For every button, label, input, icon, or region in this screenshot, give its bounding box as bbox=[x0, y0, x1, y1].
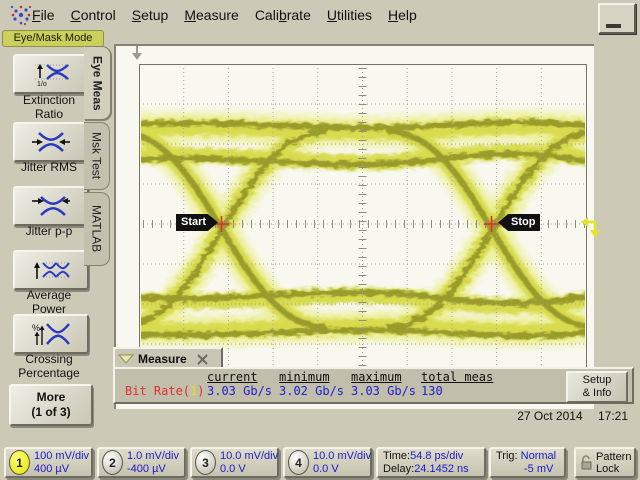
jitter-pp-icon bbox=[31, 194, 71, 218]
menu-bar: File Control Setup Measure Calibrate Uti… bbox=[0, 0, 640, 30]
menu-items: File Control Setup Measure Calibrate Uti… bbox=[32, 0, 417, 30]
channel-2-button[interactable]: 2 1.0 mV/div -400 µV bbox=[97, 447, 186, 478]
channel-1-button[interactable]: 1 100 mV/div 400 µV bbox=[4, 447, 93, 478]
measure-table: current minimum maximum total meas Bit R… bbox=[113, 367, 634, 404]
channel-3-button[interactable]: 3 10.0 mV/div 0.0 V bbox=[190, 447, 279, 478]
pattern-lock-button[interactable]: Pattern Lock bbox=[574, 447, 636, 478]
jitter-pp-button[interactable] bbox=[13, 186, 89, 226]
bit-rate-total: 130 bbox=[421, 384, 443, 398]
bit-rate-label: Bit Rate(1) bbox=[125, 384, 205, 398]
menu-control[interactable]: Control bbox=[71, 7, 116, 23]
extinction-ratio-button[interactable]: 1/o bbox=[13, 54, 89, 94]
menu-setup[interactable]: Setup bbox=[132, 7, 169, 23]
jitter-rms-button[interactable] bbox=[13, 122, 89, 162]
pattern-lock-label: Pattern Lock bbox=[596, 451, 631, 475]
channel-3-settings: 10.0 mV/div 0.0 V bbox=[220, 450, 278, 476]
measure-panel: Measure current minimum maximum total me… bbox=[113, 347, 634, 404]
lock-icon bbox=[580, 455, 593, 470]
more-button[interactable]: More (1 of 3) bbox=[9, 384, 93, 426]
collapse-triangle-icon bbox=[118, 354, 134, 364]
close-icon[interactable] bbox=[197, 354, 208, 365]
average-power-label: Average Power bbox=[0, 288, 98, 316]
crossing-percentage-label: Crossing Percentage bbox=[0, 352, 98, 380]
menu-help[interactable]: Help bbox=[388, 7, 417, 23]
time-label: 17:21 bbox=[598, 409, 628, 423]
measure-tab-label: Measure bbox=[138, 352, 187, 366]
menu-utilities[interactable]: Utilities bbox=[327, 7, 372, 23]
trigger-button[interactable]: Trig: Normal -5 mV bbox=[489, 447, 566, 478]
minimize-icon bbox=[606, 24, 621, 28]
channel-1-badge: 1 bbox=[9, 450, 30, 475]
bit-rate-maximum: 3.03 Gb/s bbox=[351, 384, 416, 398]
channel-2-settings: 1.0 mV/div -400 µV bbox=[127, 450, 179, 476]
extinction-ratio-icon: 1/o bbox=[31, 61, 71, 87]
svg-text:%: % bbox=[32, 323, 40, 333]
header-maximum: maximum bbox=[351, 370, 402, 384]
header-current: current bbox=[207, 370, 258, 384]
tab-eye-meas[interactable]: Eye Meas bbox=[84, 46, 111, 120]
date-label: 27 Oct 2014 bbox=[517, 409, 582, 423]
crossing-percentage-button[interactable]: % bbox=[13, 314, 89, 354]
tab-msk-test[interactable]: Msk Test bbox=[84, 122, 110, 190]
trigger-settings: Trig: Normal -5 mV bbox=[496, 450, 556, 476]
menu-file[interactable]: File bbox=[32, 7, 55, 23]
timebase-reference-arrow-icon bbox=[130, 45, 144, 62]
status-bar: 1 100 mV/div 400 µV 2 1.0 mV/div -400 µV… bbox=[0, 444, 640, 480]
menu-measure[interactable]: Measure bbox=[184, 7, 238, 23]
channel-2-badge: 2 bbox=[102, 450, 123, 475]
timebase-settings: Time:54.8 ps/div Delay:24.1452 ns bbox=[383, 450, 469, 476]
trigger-level-marker-icon[interactable] bbox=[580, 210, 600, 240]
measure-tab[interactable]: Measure bbox=[113, 347, 223, 369]
header-minimum: minimum bbox=[279, 370, 330, 384]
channel-3-badge: 3 bbox=[195, 450, 216, 475]
crossing-percentage-icon: % bbox=[31, 321, 71, 347]
bit-rate-current: 3.03 Gb/s bbox=[207, 384, 272, 398]
channel-1-settings: 100 mV/div 400 µV bbox=[34, 450, 89, 476]
sidebar: 1/o Extinction Ratio Jitter RMS Jitter p… bbox=[0, 46, 112, 444]
channel-4-button[interactable]: 4 10.0 mV/div 0.0 V bbox=[283, 447, 372, 478]
header-total-meas: total meas bbox=[421, 370, 493, 384]
minimize-button[interactable] bbox=[598, 3, 636, 34]
bit-rate-minimum: 3.02 Gb/s bbox=[279, 384, 344, 398]
mode-indicator: Eye/Mask Mode bbox=[2, 30, 104, 47]
jitter-rms-icon bbox=[31, 130, 71, 154]
tab-matlab[interactable]: MATLAB bbox=[84, 192, 110, 266]
average-power-button[interactable] bbox=[13, 250, 89, 290]
datetime: 27 Oct 2014 17:21 bbox=[505, 409, 628, 423]
channel-4-settings: 10.0 mV/div 0.0 V bbox=[313, 450, 371, 476]
svg-text:1/o: 1/o bbox=[37, 81, 47, 87]
channel-4-badge: 4 bbox=[288, 450, 309, 475]
setup-info-button[interactable]: Setup & Info bbox=[566, 371, 628, 403]
timebase-button[interactable]: Time:54.8 ps/div Delay:24.1452 ns bbox=[376, 447, 486, 478]
menu-calibrate[interactable]: Calibrate bbox=[255, 7, 311, 23]
average-power-icon bbox=[31, 258, 71, 282]
